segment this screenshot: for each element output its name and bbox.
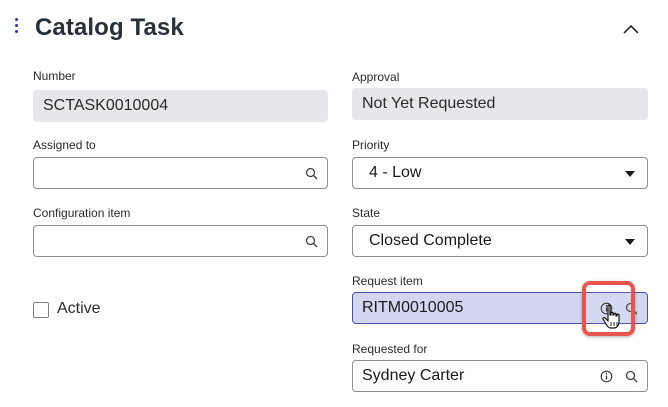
requested-for-value: Sydney Carter xyxy=(362,367,465,384)
state-label: State xyxy=(352,206,381,220)
approval-field: Not Yet Requested xyxy=(352,88,648,120)
assigned-to-label: Assigned to xyxy=(33,138,96,152)
request-item-label: Request item xyxy=(352,274,423,288)
info-icon[interactable] xyxy=(599,369,613,383)
active-checkbox[interactable] xyxy=(33,302,49,318)
hand-cursor-icon xyxy=(601,304,623,330)
number-label: Number xyxy=(33,69,76,83)
requested-for-input[interactable]: Sydney Carter xyxy=(352,360,648,392)
assigned-to-input[interactable] xyxy=(33,157,328,189)
active-label[interactable]: Active xyxy=(57,300,101,318)
state-value: Closed Complete xyxy=(369,232,492,249)
number-field[interactable]: SCTASK0010004 xyxy=(33,90,328,122)
section-header: Catalog Task xyxy=(0,0,668,60)
priority-select[interactable]: 4 - Low xyxy=(352,157,648,189)
section-title: Catalog Task xyxy=(35,14,184,41)
priority-label: Priority xyxy=(352,138,390,152)
kebab-icon[interactable] xyxy=(12,18,20,36)
number-value: SCTASK0010004 xyxy=(43,97,169,114)
approval-label: Approval xyxy=(352,70,400,84)
configuration-item-input[interactable] xyxy=(33,225,328,257)
search-icon[interactable] xyxy=(304,234,318,248)
caret-down-icon xyxy=(625,239,635,245)
chevron-up-icon[interactable] xyxy=(622,22,640,36)
priority-value: 4 - Low xyxy=(369,164,422,181)
state-select[interactable]: Closed Complete xyxy=(352,225,648,257)
approval-value: Not Yet Requested xyxy=(362,95,496,112)
search-icon[interactable] xyxy=(304,166,318,180)
request-item-value: RITM0010005 xyxy=(362,299,464,316)
requested-for-label: Requested for xyxy=(352,342,428,356)
caret-down-icon xyxy=(625,171,635,177)
search-icon[interactable] xyxy=(624,369,638,383)
configuration-item-label: Configuration item xyxy=(33,206,131,220)
